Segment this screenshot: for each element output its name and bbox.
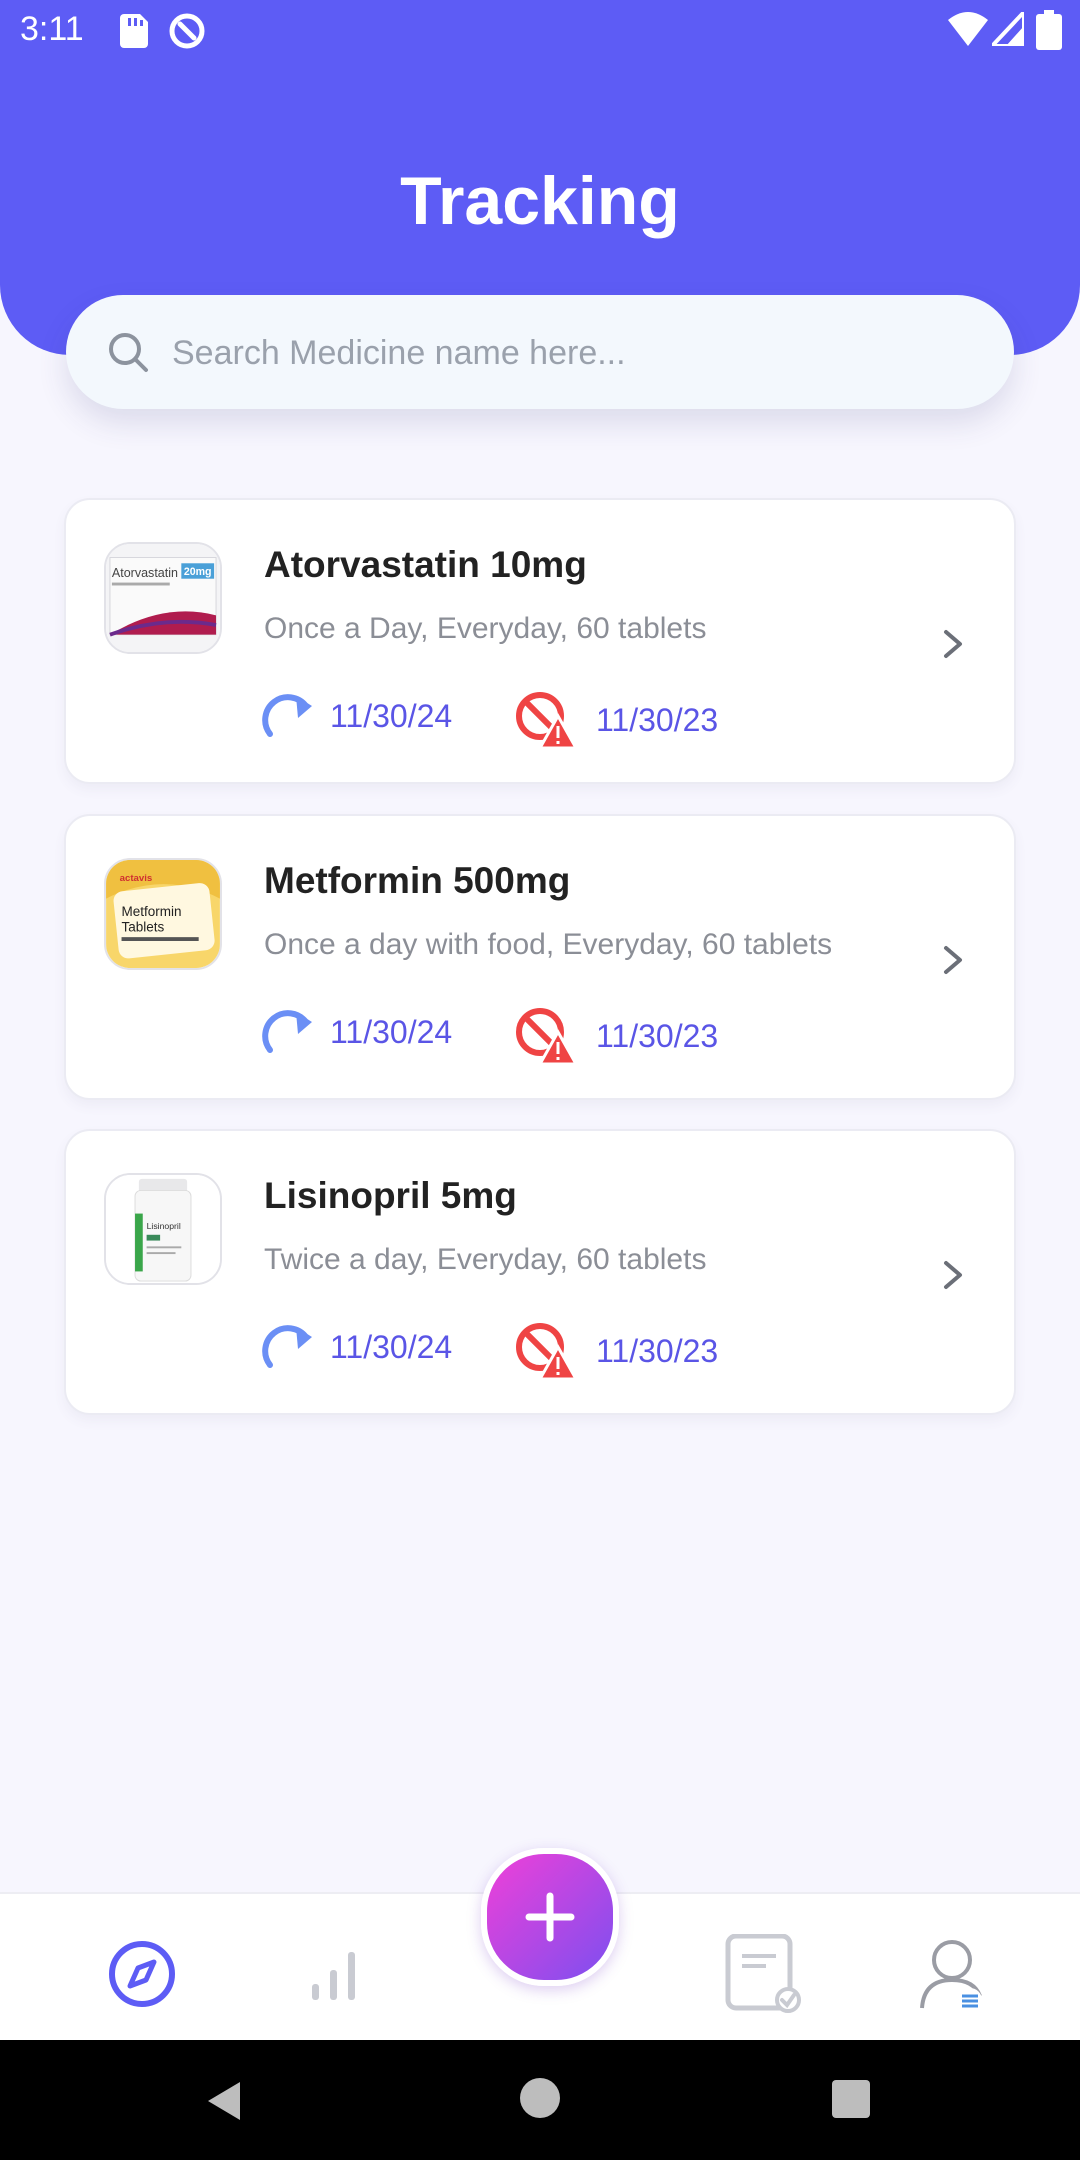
- document-check-icon: [725, 1933, 801, 2013]
- medication-name: Lisinopril 5mg: [264, 1175, 517, 1216]
- signal-icon: [992, 12, 1024, 46]
- thumb-label: Lisinopril: [147, 1221, 181, 1231]
- medication-card-lisinopril[interactable]: Lisinopril Lisinopril 5mg Twice a day, E…: [64, 1129, 1016, 1415]
- medication-thumbnail: 20mg Atorvastatin: [104, 542, 222, 654]
- medication-name: Metformin 500mg: [264, 860, 571, 901]
- status-bar: 3:11: [0, 0, 1080, 62]
- chevron-right-icon[interactable]: [938, 940, 968, 980]
- expiry-date: 11/30/23: [596, 1333, 719, 1369]
- thumb-brand: actavis: [120, 873, 153, 884]
- medication-name: Atorvastatin 10mg: [264, 544, 587, 585]
- search-bar[interactable]: [66, 295, 1014, 409]
- recents-icon[interactable]: [832, 2080, 870, 2118]
- refill-icon: [262, 1010, 312, 1053]
- thumb-badge: 20mg: [184, 566, 212, 578]
- medication-thumbnail: Lisinopril: [104, 1173, 222, 1285]
- sync-icon: [169, 13, 205, 49]
- chevron-right-icon[interactable]: [938, 624, 968, 664]
- tracking-screen: 3:11 Tracking Search Medicine name here.…: [0, 0, 1080, 2160]
- expiry-warning-icon: [516, 1323, 576, 1381]
- medication-card-metformin[interactable]: actavis Metformin Tablets Metformin 500m…: [64, 814, 1016, 1100]
- nav-explore[interactable]: [102, 1934, 182, 2014]
- wifi-icon: [948, 12, 988, 46]
- refill-date: 11/30/24: [330, 698, 453, 734]
- bar-chart-icon: [312, 1952, 355, 2000]
- nav-profile[interactable]: [912, 1934, 992, 2014]
- add-icon: [525, 1892, 575, 1942]
- home-icon[interactable]: [520, 2078, 560, 2118]
- refill-date: 11/30/24: [330, 1014, 453, 1050]
- back-icon[interactable]: [200, 2078, 246, 2124]
- expiry-date: 11/30/23: [596, 702, 719, 738]
- sd-card-icon: [120, 14, 148, 48]
- search-icon: [109, 333, 148, 372]
- chevron-right-icon[interactable]: [938, 1255, 968, 1295]
- battery-icon: [1036, 10, 1062, 50]
- medication-thumbnail: actavis Metformin Tablets: [104, 858, 222, 970]
- medication-description: Once a day with food, Everyday, 60 table…: [264, 928, 833, 961]
- compass-icon: [109, 1941, 175, 2007]
- expiry-date: 11/30/23: [596, 1018, 719, 1054]
- search-input[interactable]: [170, 325, 974, 381]
- thumb-label: Atorvastatin: [112, 566, 178, 580]
- add-medication-button[interactable]: [481, 1848, 619, 1986]
- medication-description: Once a Day, Everyday, 60 tablets: [264, 612, 707, 645]
- status-time: 3:11: [20, 10, 84, 48]
- refill-icon: [262, 1325, 312, 1368]
- expiry-warning-icon: [516, 692, 576, 750]
- page-title: Tracking: [400, 163, 680, 239]
- thumb-line-2: Tablets: [122, 919, 165, 934]
- medication-description: Twice a day, Everyday, 60 tablets: [264, 1243, 707, 1276]
- refill-date: 11/30/24: [330, 1329, 453, 1365]
- refill-icon: [262, 694, 312, 737]
- thumb-line-1: Metformin: [122, 904, 182, 919]
- system-navigation-bar: [0, 2040, 1080, 2160]
- nav-stats[interactable]: [294, 1934, 374, 2014]
- expiry-warning-icon: [516, 1008, 576, 1066]
- medication-card-atorvastatin[interactable]: 20mg Atorvastatin Atorvastatin 10mg Once…: [64, 498, 1016, 784]
- user-list-icon: [920, 1940, 982, 2012]
- nav-prescriptions[interactable]: [722, 1933, 802, 2014]
